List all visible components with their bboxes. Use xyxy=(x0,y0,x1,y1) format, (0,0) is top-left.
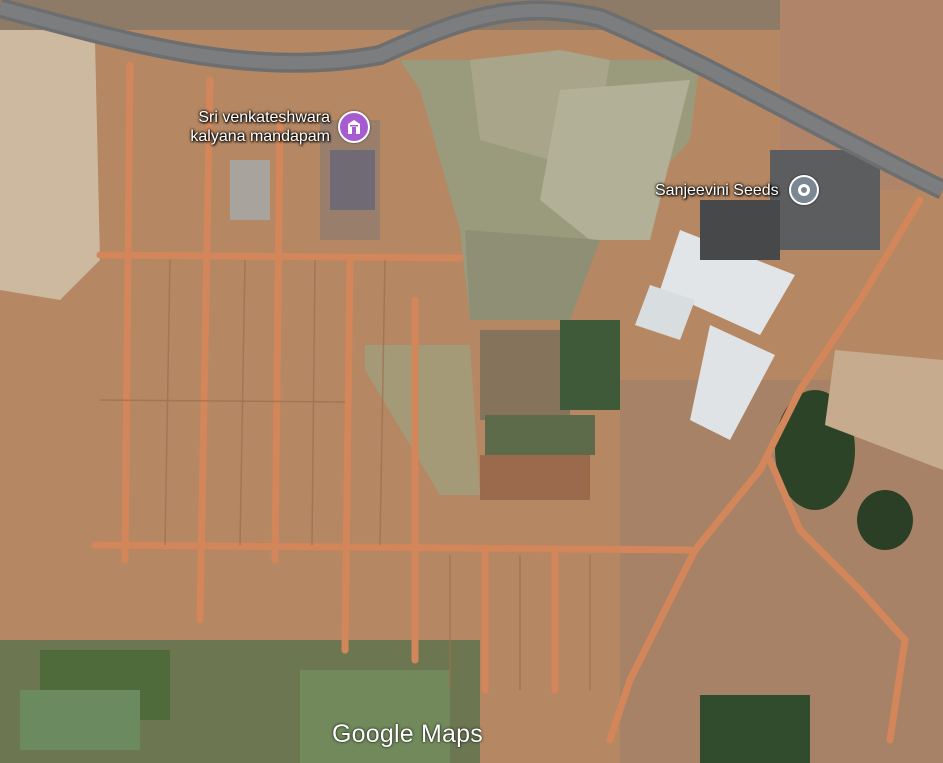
location-pin-icon[interactable] xyxy=(788,175,819,205)
poi-label-line1: Sri venkateshwara xyxy=(198,109,330,126)
poi-sri-venkateshwara-kalyana-mandapam[interactable]: Sri venkateshwara kalyana mandapam xyxy=(150,108,370,146)
satellite-map[interactable]: Sri venkateshwara kalyana mandapam Sanje… xyxy=(0,0,943,763)
wedding-hall-icon[interactable] xyxy=(338,111,370,143)
poi-label[interactable]: Sri venkateshwara kalyana mandapam xyxy=(150,108,330,146)
poi-label[interactable]: Sanjeevini Seeds xyxy=(655,181,779,200)
poi-sanjeevini-seeds[interactable]: Sanjeevini Seeds xyxy=(655,175,819,205)
google-maps-attribution: Google Maps xyxy=(332,720,483,748)
poi-label-line2: kalyana mandapam xyxy=(190,128,330,145)
satellite-imagery xyxy=(0,0,943,763)
